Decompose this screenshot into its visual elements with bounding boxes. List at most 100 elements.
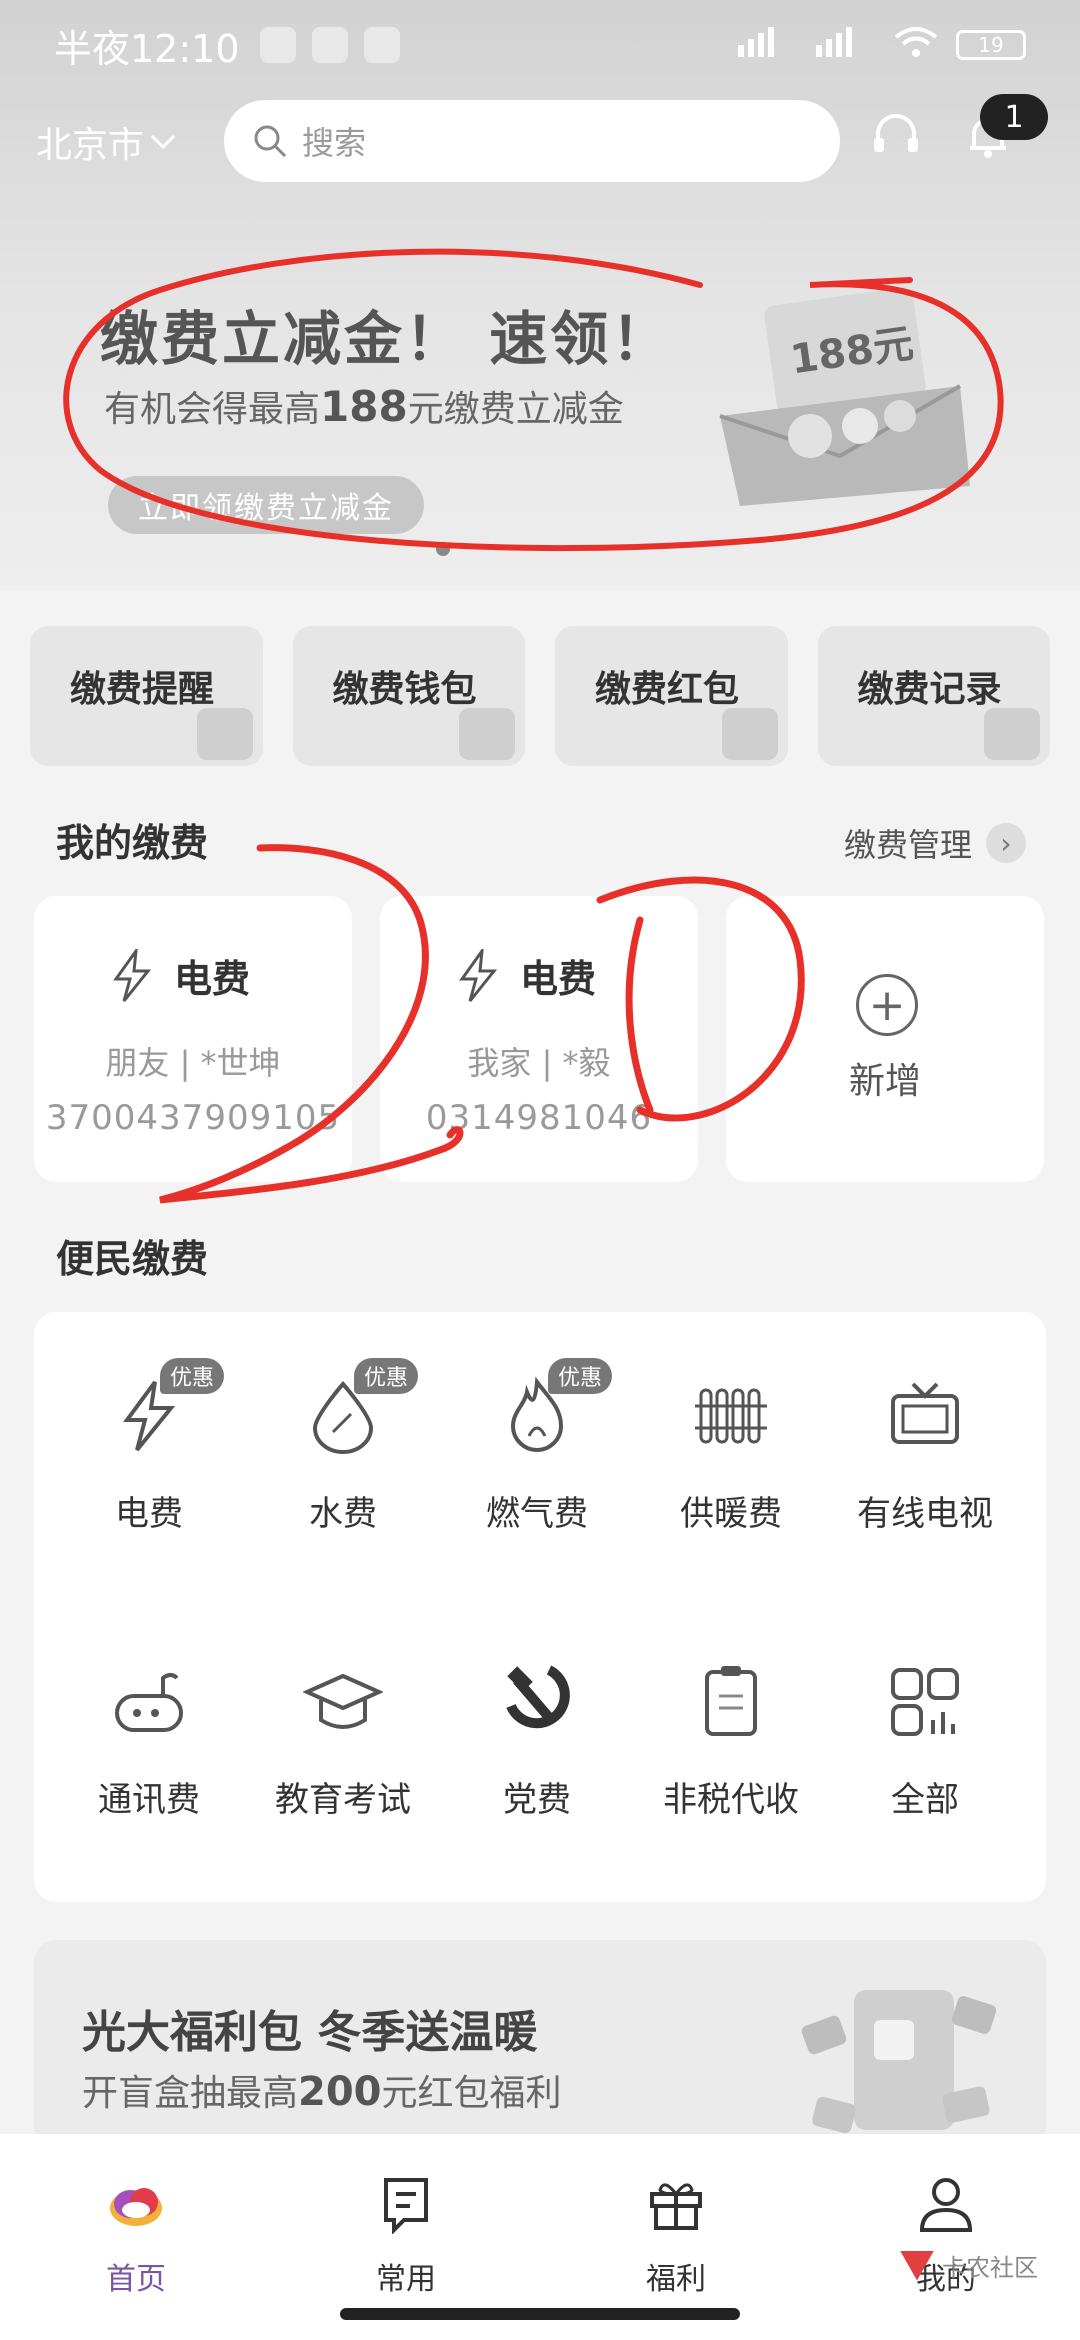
bookmark-icon <box>384 2178 428 2234</box>
watermark: 卡农社区 <box>900 2248 1038 2283</box>
city-selector[interactable]: 北京市 <box>36 116 176 168</box>
battery-icon: 19 <box>956 30 1026 60</box>
service-cable-tv[interactable]: 有线电视 <box>830 1336 1020 1536</box>
bill-account-number: 3700437909105 <box>45 1098 341 1138</box>
nav-label: 福利 <box>646 2262 706 2297</box>
party-emblem-icon <box>506 1665 570 1729</box>
radiator-icon <box>695 1388 767 1444</box>
app-notification-icon <box>363 27 400 63</box>
claim-voucher-button[interactable]: 立即领缴费立减金 <box>108 476 424 534</box>
bill-type: 电费 <box>174 957 251 1001</box>
list-icon <box>984 708 1040 760</box>
service-gas[interactable]: 优惠 燃气费 <box>442 1336 632 1536</box>
nav-welfare[interactable]: 福利 <box>596 2174 756 2314</box>
bill-card[interactable]: 电费 朋友 | *世坤 3700437909105 <box>34 896 352 1182</box>
nav-home[interactable]: 首页 <box>56 2174 216 2314</box>
graduation-cap-icon <box>303 1673 383 1729</box>
service-label: 全部 <box>891 1780 959 1820</box>
bill-management-label: 缴费管理 <box>844 826 973 864</box>
search-placeholder: 搜索 <box>302 124 367 162</box>
service-water[interactable]: 优惠 水费 <box>248 1336 438 1536</box>
bill-management-link[interactable]: 缴费管理 › <box>844 820 1027 866</box>
quick-action-label: 缴费记录 <box>857 669 1002 710</box>
promo-subtitle-suffix: 元红包福利 <box>381 2073 562 2114</box>
gift-box-illustration: 188元 <box>719 287 970 506</box>
signal-icon <box>816 26 876 64</box>
promo-subtitle-prefix: 开盲盒抽最高 <box>82 2073 299 2114</box>
quick-action-records[interactable]: 缴费记录 <box>817 626 1050 766</box>
app-notification-icon <box>311 27 348 63</box>
lightning-icon <box>459 948 498 1002</box>
banner-subtitle-amount: 188 <box>320 382 408 431</box>
status-bar: 半夜12:10 19 <box>0 0 1080 90</box>
watermark-logo-icon <box>900 2250 934 2281</box>
bill-type: 电费 <box>520 957 597 1001</box>
user-icon <box>919 2178 973 2232</box>
promo-banner[interactable]: 缴费立减金！ 速领！ 有机会得最高188元缴费立减金 立即领缴费立减金 188元 <box>0 230 1080 570</box>
notification-badge: 1 <box>980 94 1048 140</box>
home-cloud-icon <box>110 2188 162 2226</box>
banner-subtitle: 有机会得最高188元缴费立减金 <box>104 380 624 432</box>
service-telecom[interactable]: 通讯费 <box>54 1622 244 1822</box>
add-bill-card[interactable]: + 新增 <box>726 896 1044 1182</box>
city-label: 北京市 <box>36 125 145 166</box>
quick-action-wallet[interactable]: 缴费钱包 <box>292 626 525 766</box>
tv-icon <box>891 1382 959 1444</box>
quick-action-label: 缴费钱包 <box>332 669 477 710</box>
watermark-label: 卡农社区 <box>942 2254 1038 2282</box>
app-notification-icon <box>259 27 296 63</box>
nav-profile[interactable]: 我的 <box>866 2174 1026 2314</box>
chevron-right-icon: › <box>986 823 1027 863</box>
nav-label: 常用 <box>376 2262 436 2297</box>
search-icon <box>254 125 287 158</box>
gift-icon <box>650 2183 702 2230</box>
quick-action-reminder[interactable]: 缴费提醒 <box>30 626 263 766</box>
banner-title: 缴费立减金！ 速领！ <box>100 305 673 373</box>
service-heating[interactable]: 供暖费 <box>636 1336 826 1536</box>
grid-icon <box>891 1668 959 1736</box>
banner-subtitle-suffix: 元缴费立减金 <box>407 389 624 430</box>
lightning-icon <box>113 948 152 1002</box>
carousel-indicator <box>436 542 450 556</box>
router-icon <box>115 1673 183 1732</box>
my-bills-title: 我的缴费 <box>56 821 209 865</box>
bell-icon <box>196 708 253 760</box>
plus-icon: + <box>856 974 918 1036</box>
wallet-icon <box>459 708 515 760</box>
tax-document-icon <box>705 1666 757 1736</box>
promo-title: 光大福利包 冬季送温暖 <box>82 2007 538 2058</box>
search-input[interactable]: 搜索 <box>224 100 840 182</box>
promo-subtitle: 开盲盒抽最高200元红包福利 <box>82 2064 562 2116</box>
service-label: 有线电视 <box>857 1494 993 1534</box>
nav-common[interactable]: 常用 <box>326 2174 486 2314</box>
bill-account-number: 0314981046 <box>425 1098 653 1138</box>
discount-tag: 优惠 <box>548 1358 613 1394</box>
banner-subtitle-prefix: 有机会得最高 <box>104 389 321 430</box>
home-indicator[interactable] <box>340 2308 740 2320</box>
signal-icon <box>738 26 798 64</box>
headset-icon[interactable] <box>870 110 922 162</box>
blind-box-illustration <box>801 1990 997 2134</box>
services-panel: 优惠 电费 优惠 水费 优惠 燃气费 供暖费 有线电视 通讯费 教育考试 党费 … <box>34 1312 1046 1902</box>
promo-subtitle-amount: 200 <box>298 2069 382 2115</box>
bill-owner: 我家 | *毅 <box>467 1044 611 1082</box>
notification-icons <box>259 27 400 63</box>
service-electricity[interactable]: 优惠 电费 <box>54 1336 244 1536</box>
bill-card[interactable]: 电费 我家 | *毅 0314981046 <box>380 896 698 1182</box>
add-bill-label: 新增 <box>848 1061 921 1102</box>
discount-tag: 优惠 <box>354 1358 419 1394</box>
service-non-tax[interactable]: 非税代收 <box>636 1622 826 1822</box>
service-education[interactable]: 教育考试 <box>248 1622 438 1822</box>
services-title: 便民缴费 <box>56 1237 209 1281</box>
discount-tag: 优惠 <box>160 1358 225 1394</box>
service-all[interactable]: 全部 <box>830 1622 1020 1822</box>
quick-action-label: 缴费提醒 <box>70 669 215 710</box>
wifi-icon <box>894 25 938 66</box>
chevron-down-icon <box>150 134 176 150</box>
status-time: 半夜12:10 <box>54 26 240 71</box>
service-party-dues[interactable]: 党费 <box>442 1622 632 1822</box>
bill-owner: 朋友 | *世坤 <box>105 1044 281 1082</box>
nav-label: 首页 <box>106 2262 166 2297</box>
quick-action-red-packet[interactable]: 缴费红包 <box>555 626 788 766</box>
quick-action-label: 缴费红包 <box>595 669 740 710</box>
